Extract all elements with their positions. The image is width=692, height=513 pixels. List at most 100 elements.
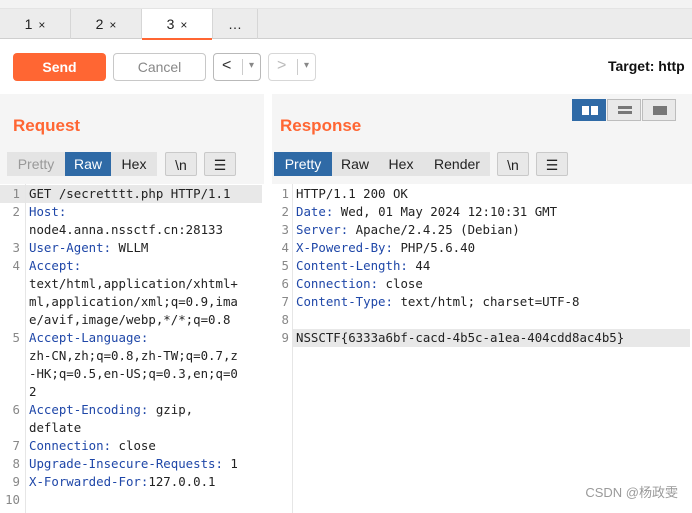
line-number: 3 xyxy=(12,240,20,255)
panel-divider[interactable] xyxy=(264,94,272,513)
tab-label: 2 xyxy=(95,16,104,32)
header-key: User-Agent: xyxy=(29,240,112,255)
line-number: 7 xyxy=(12,438,20,453)
header-value: close xyxy=(111,438,156,453)
line-number: 5 xyxy=(281,258,289,273)
response-panel: Response Pretty Raw Hex Render \n ☰ 1 HT… xyxy=(272,94,692,513)
header-key: Connection: xyxy=(29,438,112,453)
request-editor[interactable]: 1 GET /secretttt.php HTTP/1.1 2 Host: no… xyxy=(0,184,264,513)
line-number: 4 xyxy=(281,240,289,255)
line-number: 1 xyxy=(12,186,20,201)
columns-icon xyxy=(582,106,589,115)
header-line: Connection: close xyxy=(29,438,156,453)
header-value: PHP/5.6.40 xyxy=(392,240,476,255)
line-number: 4 xyxy=(12,258,20,273)
layout-toggle-group xyxy=(572,99,676,121)
cancel-button[interactable]: Cancel xyxy=(113,53,206,81)
send-button[interactable]: Send xyxy=(13,53,106,81)
header-key: Accept-Language: xyxy=(29,330,149,345)
tab-bar: 1 × 2 × 3 × … xyxy=(0,9,692,40)
watermark: CSDN @杨政雯 xyxy=(585,485,678,500)
columns-icon xyxy=(591,106,598,115)
header-value: 44 xyxy=(407,258,431,273)
tab-1[interactable]: 1 × xyxy=(0,9,70,39)
header-line: Content-Type: text/html; charset=UTF-8 xyxy=(296,294,579,309)
menu-icon[interactable]: ☰ xyxy=(536,152,568,176)
header-key: Content-Type: xyxy=(296,294,393,309)
header-line: User-Agent: WLLM xyxy=(29,240,148,255)
target-label[interactable]: Target: http xyxy=(608,58,685,74)
close-icon[interactable]: × xyxy=(180,18,187,32)
header-value: zh-CN,zh;q=0.8,zh-TW;q=0.7,z xyxy=(29,348,238,363)
response-body: NSSCTF{6333a6bf-cacd-4b5c-a1ea-404cdd8ac… xyxy=(296,330,625,345)
chevron-right-icon: > xyxy=(277,57,287,74)
line-number: 10 xyxy=(5,492,20,507)
line-number: 1 xyxy=(281,186,289,201)
header-key: X-Forwarded-For: xyxy=(29,474,149,489)
header-key: Content-Length: xyxy=(296,258,408,273)
line-number: 5 xyxy=(12,330,20,345)
close-icon[interactable]: × xyxy=(38,18,45,32)
header-line: Upgrade-Insecure-Requests: 1 xyxy=(29,456,238,471)
close-icon[interactable]: × xyxy=(109,18,116,32)
line-number: 3 xyxy=(281,222,289,237)
back-button[interactable]: < ▾ xyxy=(213,53,261,81)
line-number: 8 xyxy=(281,312,289,327)
stacked-layout-button[interactable] xyxy=(607,99,641,121)
side-by-side-layout-button[interactable] xyxy=(572,99,606,121)
tab-3[interactable]: 3 × xyxy=(142,9,212,40)
tab-label: 1 xyxy=(24,16,33,32)
header-value: 2 xyxy=(29,384,37,399)
header-value: Wed, 01 May 2024 12:10:31 GMT xyxy=(333,204,558,219)
header-key: Accept-Encoding: xyxy=(29,402,149,417)
tab-hex[interactable]: Hex xyxy=(111,152,157,176)
gutter-divider xyxy=(292,184,293,513)
request-view-tabs: Pretty Raw Hex \n ☰ xyxy=(7,152,237,176)
header-value: 1 xyxy=(222,456,238,471)
tab-hex[interactable]: Hex xyxy=(378,152,424,176)
header-key: X-Powered-By: xyxy=(296,240,393,255)
tab-more[interactable]: … xyxy=(213,9,257,39)
tab-render[interactable]: Render xyxy=(424,152,490,176)
header-key: Connection: xyxy=(296,276,379,291)
status-line: HTTP/1.1 200 OK xyxy=(296,186,408,201)
response-title: Response xyxy=(280,116,362,135)
header-value: node4.anna.nssctf.cn:28133 xyxy=(29,222,223,237)
header-value: deflate xyxy=(29,420,82,435)
menu-icon[interactable]: ☰ xyxy=(204,152,236,176)
line-number: 6 xyxy=(281,276,289,291)
header-key: Server: xyxy=(296,222,349,237)
single-pane-layout-button[interactable] xyxy=(642,99,676,121)
tab-raw[interactable]: Raw xyxy=(65,152,111,176)
rows-icon xyxy=(618,111,632,114)
tab-raw[interactable]: Raw xyxy=(332,152,378,176)
tab-pretty[interactable]: Pretty xyxy=(274,152,332,176)
line-number: 2 xyxy=(12,204,20,219)
header-key: Host: xyxy=(29,204,67,219)
chevron-down-icon[interactable]: ▾ xyxy=(304,60,309,71)
newline-toggle-button[interactable]: \n xyxy=(497,152,529,176)
divider xyxy=(242,59,243,75)
header-value: close xyxy=(378,276,423,291)
tab-2[interactable]: 2 × xyxy=(71,9,141,39)
line-number: 8 xyxy=(12,456,20,471)
request-title: Request xyxy=(13,116,81,135)
header-key: Upgrade-Insecure-Requests: xyxy=(29,456,223,471)
response-editor[interactable]: 1 HTTP/1.1 200 OK 2 Date: Wed, 01 May 20… xyxy=(272,184,692,513)
header-line: Accept-Encoding: gzip, xyxy=(29,402,193,417)
tab-label: … xyxy=(228,16,242,32)
line-number: 2 xyxy=(281,204,289,219)
newline-toggle-button[interactable]: \n xyxy=(165,152,197,176)
tab-pretty[interactable]: Pretty xyxy=(7,152,65,176)
line-number: 9 xyxy=(281,330,289,345)
header-value: text/html; charset=UTF-8 xyxy=(392,294,580,309)
forward-button[interactable]: > ▾ xyxy=(268,53,316,81)
header-line: Server: Apache/2.4.25 (Debian) xyxy=(296,222,520,237)
header-line: Content-Length: 44 xyxy=(296,258,430,273)
header-value: Apache/2.4.25 (Debian) xyxy=(348,222,520,237)
chevron-down-icon[interactable]: ▾ xyxy=(249,60,254,71)
header-value: WLLM xyxy=(111,240,149,255)
single-pane-icon xyxy=(653,106,667,115)
header-value: -HK;q=0.5,en-US;q=0.3,en;q=0 xyxy=(29,366,238,381)
tab-separator xyxy=(257,9,258,39)
